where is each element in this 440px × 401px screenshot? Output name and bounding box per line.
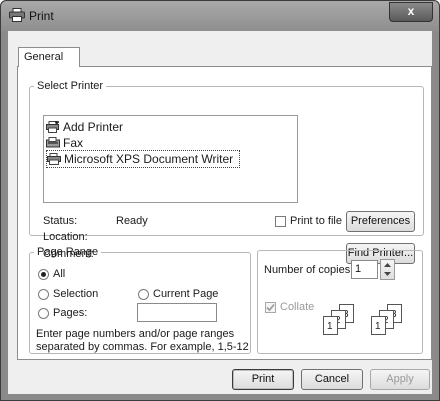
preferences-button[interactable]: Preferences: [346, 211, 415, 232]
printer-item-fax[interactable]: Fax: [46, 135, 83, 151]
print-button[interactable]: Print: [232, 369, 294, 390]
svg-text:1: 1: [375, 321, 381, 332]
location-label: Location:: [43, 231, 88, 243]
window-title: Print: [29, 9, 54, 23]
print-dialog: Print x General Select Printer Add Print…: [0, 0, 440, 401]
close-icon: x: [407, 4, 415, 18]
collate-pages-icon: 3 2 1 3 2 1: [323, 304, 402, 335]
fax-icon: [46, 137, 60, 148]
apply-button[interactable]: Apply: [370, 369, 430, 390]
dialog-body: General Select Printer Add Printer Fax M…: [8, 31, 432, 394]
close-button[interactable]: x: [389, 2, 433, 22]
copies-label: Number of copies:: [264, 264, 354, 276]
printer-name: Microsoft XPS Document Writer: [64, 152, 234, 166]
printer-icon: [47, 153, 61, 165]
checkmark-icon: [266, 303, 275, 312]
general-panel: Select Printer Add Printer Fax Microsoft…: [17, 66, 432, 360]
title-bar: Print x: [1, 1, 439, 31]
pages-input[interactable]: [137, 303, 217, 322]
copies-spinner[interactable]: [380, 259, 395, 280]
radio-current-page[interactable]: [138, 289, 149, 300]
printer-name: Fax: [63, 136, 84, 150]
page-range-group: Page Range All Selection Current Page Pa…: [29, 246, 251, 354]
radio-current-page-label: Current Page: [153, 288, 219, 300]
printer-item-xps-writer[interactable]: Microsoft XPS Document Writer: [46, 150, 241, 168]
status-label: Status:: [43, 215, 78, 227]
collate-label: Collate: [280, 301, 315, 313]
copies-group: Number of copies: 1 Collate 1 1: [257, 250, 423, 354]
printer-name: Add Printer: [63, 120, 124, 134]
print-to-file-label: Print to file: [290, 215, 342, 227]
page-range-help-line1: Enter page numbers and/or page ranges: [36, 328, 235, 340]
tab-label: General: [24, 51, 64, 63]
printer-item-add-printer[interactable]: Add Printer: [46, 119, 123, 135]
print-to-file-checkbox[interactable]: [275, 216, 286, 227]
spinner-arrows-icon: [384, 263, 391, 276]
radio-pages[interactable]: [38, 308, 49, 319]
svg-text:1: 1: [327, 321, 333, 332]
copies-input[interactable]: 1: [351, 260, 378, 279]
radio-selection[interactable]: [38, 289, 49, 300]
radio-all-label: All: [53, 268, 66, 280]
page-range-help-line2: separated by commas. For example, 1,5-12: [36, 341, 249, 353]
radio-pages-label: Pages:: [53, 307, 88, 319]
collate-checkbox[interactable]: [265, 302, 276, 313]
radio-all[interactable]: [38, 269, 49, 280]
printer-icon: [9, 8, 25, 22]
tab-general[interactable]: General: [18, 47, 80, 67]
add-printer-icon: [46, 121, 59, 133]
page-range-legend: Page Range: [37, 246, 99, 258]
printer-list[interactable]: Add Printer Fax Microsoft XPS Document W…: [43, 115, 298, 203]
radio-selection-label: Selection: [53, 288, 99, 300]
select-printer-legend: Select Printer: [37, 80, 104, 92]
status-value: Ready: [116, 215, 148, 227]
select-printer-group: Select Printer Add Printer Fax Microsoft…: [29, 80, 424, 264]
cancel-button[interactable]: Cancel: [301, 369, 363, 390]
